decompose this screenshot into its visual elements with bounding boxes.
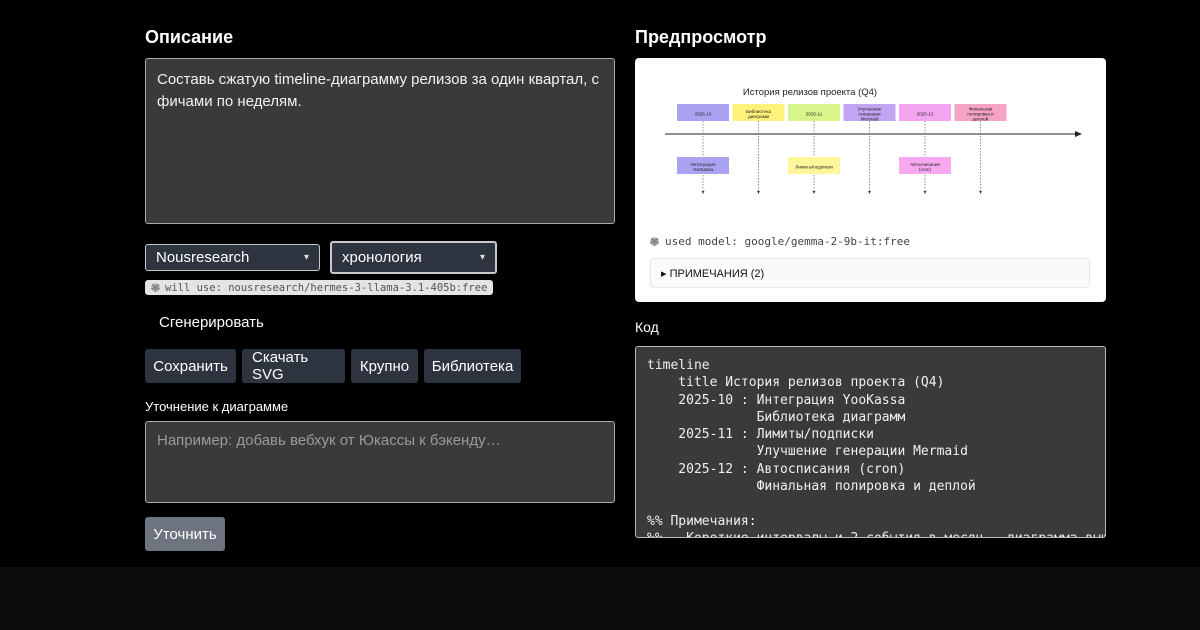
notes-label: ▸ ПРИМЕЧАНИЯ (2): [661, 267, 765, 280]
event-label: (cron): [919, 167, 931, 172]
diagram-title: История релизов проекта (Q4): [743, 87, 877, 98]
period-label: 2025-10: [695, 112, 712, 117]
period-label: Mermaid: [861, 117, 879, 122]
axis-arrow: [1075, 131, 1082, 137]
refine-textarea[interactable]: Например: добавь вебхук от Юкассы к бэке…: [145, 421, 615, 503]
notes-toggle[interactable]: ▸ ПРИМЕЧАНИЯ (2): [650, 258, 1090, 288]
period-label: диаграмм: [748, 114, 769, 119]
refine-label: Уточнение к диаграмме: [145, 399, 289, 414]
preview-card: История релизов проекта (Q4) 2025-10 Библ…: [635, 58, 1106, 302]
code-label: Код: [635, 319, 659, 335]
description-title: Описание: [145, 27, 234, 47]
will-use-text: will use: nousresearch/hermes-3-llama-3.…: [165, 281, 488, 294]
connector-arrow: [979, 191, 982, 194]
select-row: Nousresearch ▾ хронология ▾: [145, 241, 615, 274]
preview-title: Предпросмотр: [635, 27, 767, 47]
right-panel: Предпросмотр История релизов проекта (Q4…: [635, 26, 1106, 538]
event-label: Лимиты/подписки: [795, 165, 833, 170]
timeline-diagram: История релизов проекта (Q4) 2025-10Библ…: [665, 87, 1082, 194]
left-panel: Описание Составь сжатую timeline-диаграм…: [145, 26, 615, 551]
used-model-line: used model: google/gemma-2-9b-it:free: [650, 235, 910, 248]
action-buttons: Сохранить Скачать SVG Крупно Библиотека: [145, 349, 615, 383]
footer-band: [0, 567, 1200, 630]
connector-arrow: [757, 191, 760, 194]
connector-arrow: [701, 191, 705, 194]
will-use-badge: will use: nousresearch/hermes-3-llama-3.…: [145, 280, 494, 295]
save-button[interactable]: Сохранить: [145, 349, 236, 383]
diagram-type-select[interactable]: хронология ▾: [330, 241, 497, 274]
period-label: 2025-12: [917, 112, 934, 117]
chevron-down-icon: ▾: [303, 252, 309, 263]
description-textarea[interactable]: Составь сжатую timeline-диаграмму релизо…: [145, 58, 615, 224]
generate-button[interactable]: Сгенерировать: [159, 312, 615, 334]
event-label: YooKassa: [693, 167, 714, 172]
chevron-down-icon: ▾: [479, 252, 485, 263]
provider-select-value: Nousresearch: [156, 249, 250, 266]
provider-select[interactable]: Nousresearch ▾: [145, 244, 320, 271]
connector-arrow: [812, 191, 816, 194]
gear-icon: [650, 237, 659, 246]
gear-icon: [151, 283, 160, 292]
used-model-text: used model: google/gemma-2-9b-it:free: [665, 235, 911, 248]
diagram-type-select-value: хронология: [342, 249, 422, 266]
connector-arrow: [868, 191, 871, 194]
period-label: 2025-11: [806, 112, 823, 117]
code-textarea[interactable]: timeline title История релизов проекта (…: [635, 346, 1106, 538]
connector-arrow: [923, 191, 927, 194]
refine-button[interactable]: Уточнить: [145, 517, 225, 551]
enlarge-button[interactable]: Крупно: [351, 349, 418, 383]
download-svg-button[interactable]: Скачать SVG: [242, 349, 345, 383]
library-button[interactable]: Библиотека: [424, 349, 521, 383]
period-label: деплой: [973, 116, 989, 122]
